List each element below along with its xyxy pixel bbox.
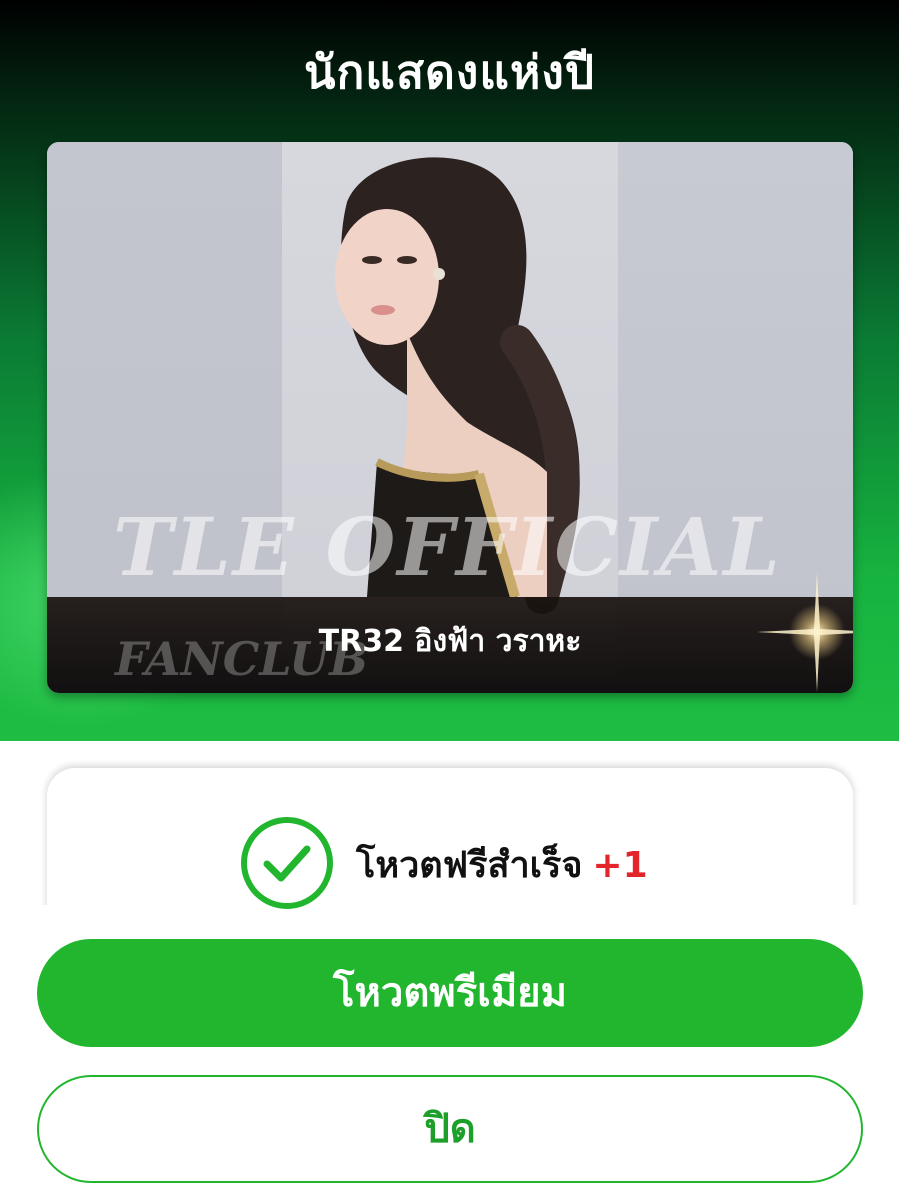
page-title: นักแสดงแห่งปี (304, 45, 595, 99)
watermark-main: TLE OFFICIAL (113, 500, 782, 594)
status-card-fade (40, 905, 860, 935)
vote-result-screen: นักแสดงแห่งปี TLE OFFICIAL FANCLUB TR32 … (0, 0, 899, 1200)
close-button[interactable]: ปิด (37, 1075, 863, 1183)
vote-increment: +1 (592, 845, 648, 886)
candidate-name: TR32 อิงฟ้า วราหะ (318, 624, 582, 659)
sparkle-icon (757, 572, 853, 692)
candidate-card: TLE OFFICIAL FANCLUB TR32 อิงฟ้า วราหะ (47, 142, 853, 693)
status-message-text: โหวตฟรีสำเร็จ (356, 845, 583, 886)
hero-panel: นักแสดงแห่งปี TLE OFFICIAL FANCLUB TR32 … (0, 0, 899, 741)
status-message: โหวตฟรีสำเร็จ +1 (356, 836, 648, 893)
check-circle-icon (241, 817, 333, 909)
premium-vote-button[interactable]: โหวตพรีเมียม (37, 939, 863, 1047)
